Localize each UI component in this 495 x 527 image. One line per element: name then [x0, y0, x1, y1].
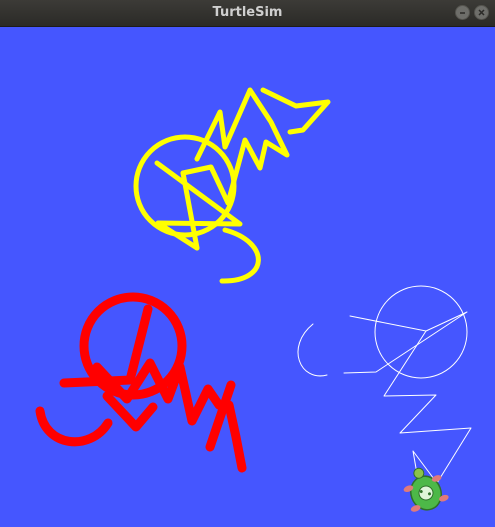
turtlesim-window: TurtleSim: [0, 0, 495, 527]
drawing-surface: [0, 27, 495, 527]
minimize-button[interactable]: [455, 5, 470, 20]
window-title: TurtleSim: [212, 5, 283, 20]
turtle-canvas: [0, 27, 495, 527]
close-button[interactable]: [474, 5, 489, 20]
title-bar[interactable]: TurtleSim: [0, 0, 495, 27]
minimize-icon: [460, 12, 465, 14]
close-icon: [478, 9, 485, 16]
